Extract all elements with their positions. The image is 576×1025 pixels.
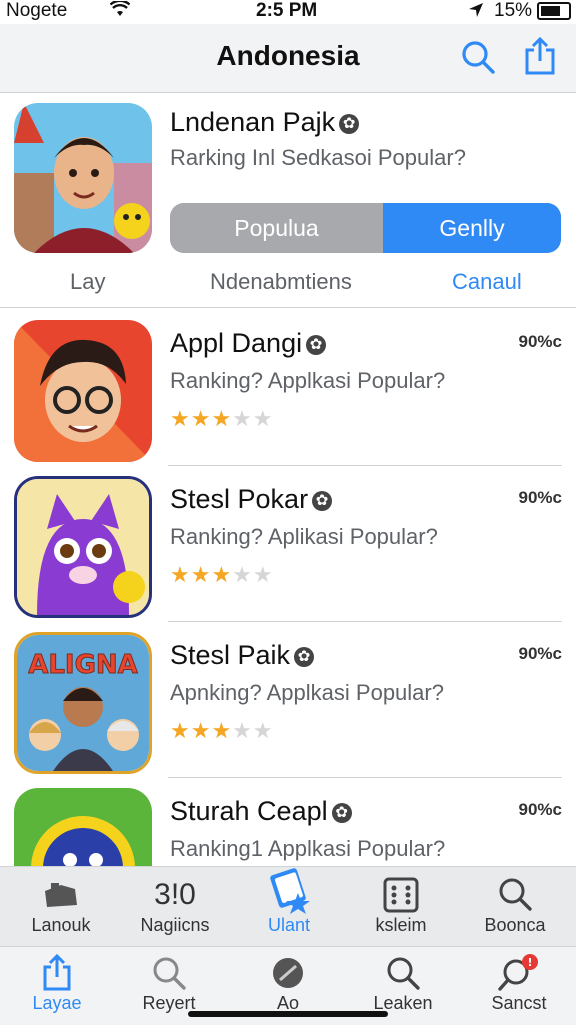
tab-leaken[interactable]: Leaken (348, 953, 458, 1014)
rating-stars: ★★★★★ (170, 406, 274, 431)
tab-label: Layae (32, 993, 82, 1013)
featured-app-icon[interactable] (14, 103, 152, 253)
gamepad-icon (45, 883, 77, 907)
tab-boonca[interactable]: Boonca (460, 875, 570, 936)
home-indicator[interactable] (188, 1011, 388, 1017)
verified-icon: ✿ (339, 113, 360, 134)
tab-layae[interactable]: Layae (2, 953, 112, 1014)
verified-icon: ✿ (306, 334, 327, 355)
app-subtitle: Ranking? Aplikasi Popular? (170, 524, 438, 549)
verified-icon: ✿ (312, 490, 333, 511)
star-card-icon (270, 868, 310, 914)
featured-app-subtitle: Rarking Inl Sedkasoi Popular? (170, 145, 466, 170)
app-name-text: Sturah Ceapl (170, 796, 328, 826)
rating-stars: ★★★★★ (170, 562, 274, 587)
dice-icon (383, 877, 419, 913)
app-icon[interactable]: ALIGNA (14, 632, 152, 774)
segment-genlly[interactable]: Genlly (383, 203, 561, 253)
tab-lanouk[interactable]: Lanouk (6, 875, 116, 936)
share-icon[interactable] (523, 36, 557, 76)
battery-icon (537, 2, 571, 20)
search-icon[interactable] (460, 36, 496, 76)
battery-percent: 15% (494, 0, 533, 21)
carrier-label: Nogete (6, 0, 68, 21)
list-item[interactable]: ALIGNA Stesl Paik ✿ 90%c Apnking? Applkas… (0, 622, 576, 778)
verified-icon: ✿ (294, 646, 315, 667)
counter-icon: 3!0 (154, 878, 196, 911)
share-icon (43, 953, 71, 991)
notification-badge: ! (527, 956, 532, 969)
featured-label-ndenabmtiens: Ndenabmtiens (210, 269, 352, 294)
list-item[interactable]: Stesl Pokar ✿ 90%c Ranking? Aplikasi Popu… (0, 466, 576, 622)
tab-ksleim[interactable]: ksleim (346, 875, 456, 936)
segment-populua[interactable]: Populua (170, 203, 383, 253)
app-icon[interactable] (14, 320, 152, 462)
nav-bar: Andonesia (0, 24, 576, 93)
app-name-text: Stesl Pokar (170, 484, 309, 514)
status-bar: Nogete 2:5 PM 15% (0, 0, 576, 24)
app-subtitle: Ranking? Applkasi Popular? (170, 368, 446, 393)
verified-icon: ✿ (331, 802, 352, 823)
app-subtitle: Apnking? Applkasi Popular? (170, 680, 444, 705)
tab-label: Nagiicns (140, 915, 210, 935)
app-icon[interactable] (14, 476, 152, 618)
app-name: Sturah Ceapl ✿ (170, 796, 352, 827)
app-name-text: Appl Dangi (170, 328, 303, 358)
tab-bar-top: Lanouk 3!0 Nagiicns Ulant ksleim Boonca (0, 866, 576, 947)
tab-label: Ulant (267, 915, 311, 935)
featured-app[interactable]: Lndenan Pajk ✿ Rarking Inl Sedkasoi Popul… (0, 93, 576, 308)
location-icon (469, 3, 483, 17)
app-name: Stesl Pokar ✿ (170, 484, 333, 515)
segmented-control[interactable]: Populua Genlly (170, 203, 561, 253)
cancel-link[interactable]: Canaul (452, 269, 522, 295)
search-badge-icon: ! (498, 954, 538, 991)
search-icon (499, 878, 532, 911)
featured-app-name-text: Lndenan Pajk (170, 107, 336, 137)
app-percent: 90%c (518, 488, 562, 507)
tab-nagiicns[interactable]: 3!0 Nagiicns (120, 875, 230, 936)
app-icon-text: ALIGNA (28, 650, 138, 680)
bean-icon (273, 958, 303, 988)
app-name-text: Stesl Paik (170, 640, 291, 670)
wifi-icon (110, 1, 130, 16)
app-percent: 90%c (518, 644, 562, 663)
app-name: Appl Dangi ✿ (170, 328, 327, 359)
tab-ao[interactable]: Ao (233, 953, 343, 1014)
tab-label: ksleim (375, 915, 427, 935)
tab-label: Lanouk (31, 915, 91, 935)
rating-stars: ★★★★★ (170, 718, 274, 743)
search-icon (153, 957, 186, 990)
tab-label: Boonca (484, 915, 546, 935)
list-item[interactable]: Appl Dangi ✿ 90%c Ranking? Applkasi Popul… (0, 310, 576, 466)
featured-label-lay: Lay (70, 269, 106, 294)
search-icon (387, 957, 420, 990)
tab-sancst[interactable]: ! Sancst (464, 953, 574, 1014)
tab-reyert[interactable]: Reyert (114, 953, 224, 1014)
app-name: Stesl Paik ✿ (170, 640, 315, 671)
tab-ulant[interactable]: Ulant (234, 859, 344, 936)
featured-app-name: Lndenan Pajk ✿ (170, 107, 360, 138)
app-percent: 90%c (518, 332, 562, 351)
app-percent: 90%c (518, 800, 562, 819)
tab-label: Sancst (491, 993, 547, 1013)
clock: 2:5 PM (256, 0, 318, 21)
